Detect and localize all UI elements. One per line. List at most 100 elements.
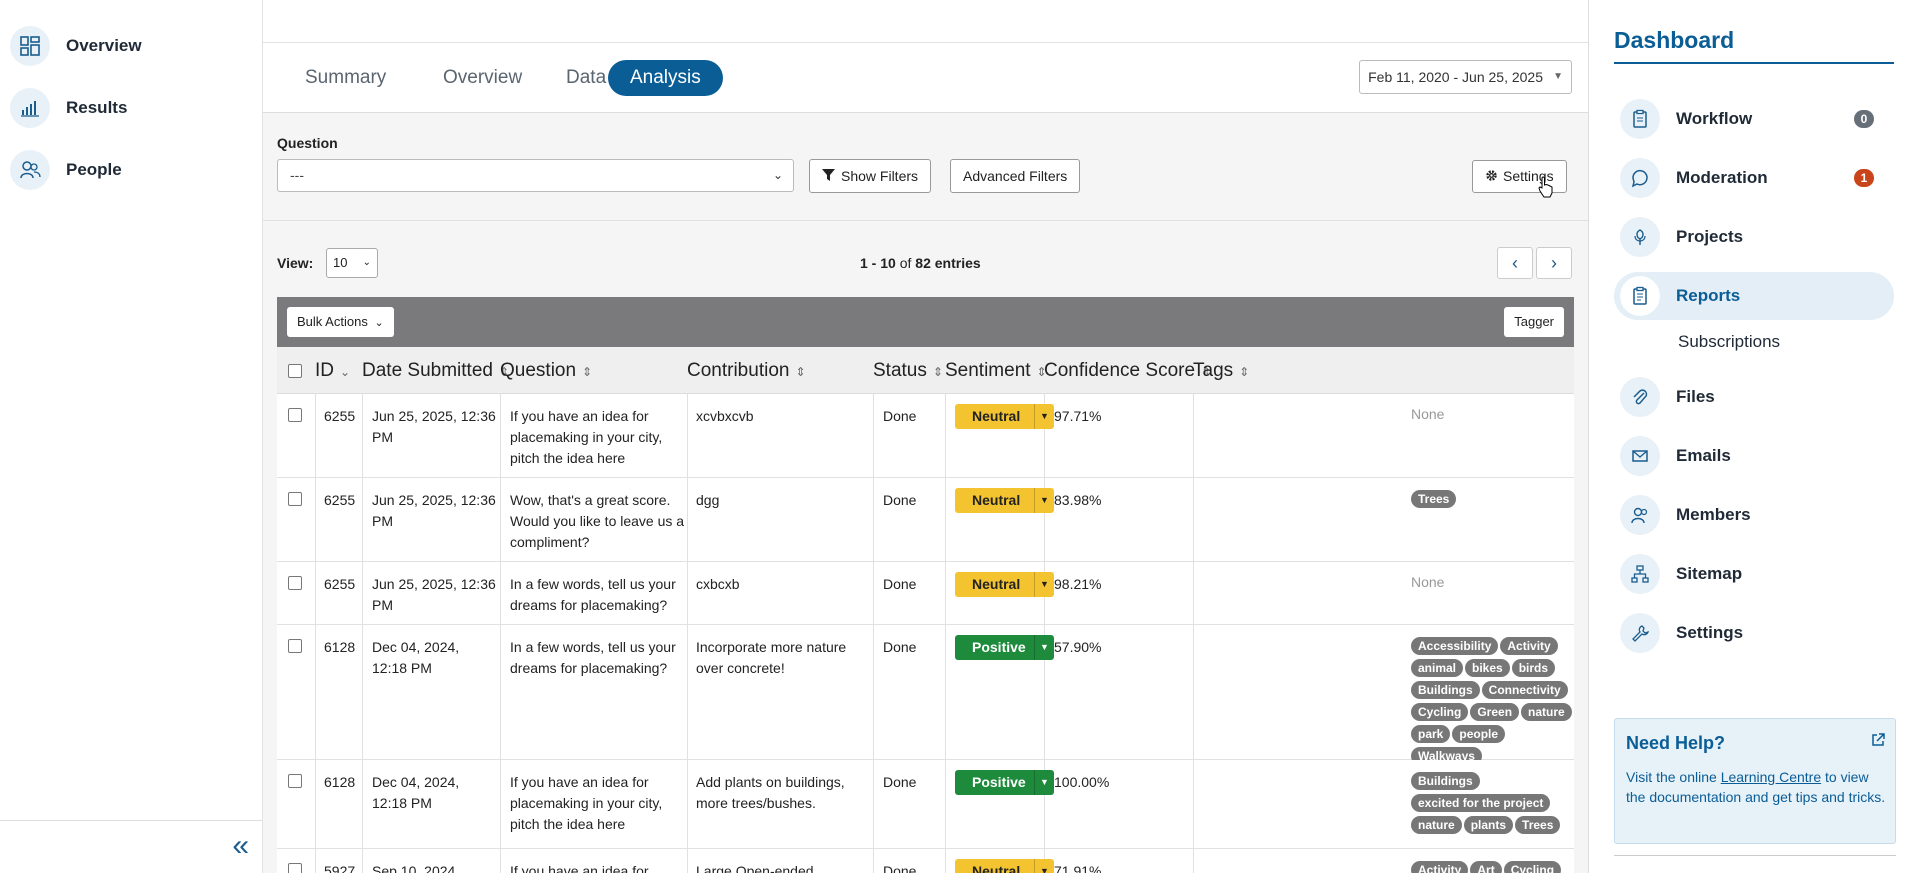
dash-item-emails[interactable]: Emails <box>1614 432 1894 480</box>
dash-item-moderation[interactable]: Moderation 1 <box>1614 154 1894 202</box>
sentiment-dropdown[interactable]: Neutral ▼ <box>955 572 1054 597</box>
tab-analysis[interactable]: Analysis <box>608 60 723 96</box>
column-divider <box>687 478 688 561</box>
help-title: Need Help? <box>1626 733 1726 753</box>
table-row[interactable]: 6128 Dec 04, 2024, 12:18 PM In a few words… <box>277 625 1574 765</box>
sentiment-dropdown[interactable]: Positive ▼ <box>955 770 1054 795</box>
col-question[interactable]: Question ⇕ <box>500 347 592 394</box>
dash-item-projects[interactable]: Projects <box>1614 213 1894 261</box>
table-row[interactable]: 6128 Dec 04, 2024, 12:18 PM If you have an… <box>277 760 1574 849</box>
help-text: Visit the online Learning Centre to view… <box>1626 767 1888 807</box>
mouse-pointer-icon <box>1538 176 1554 198</box>
view-count-select[interactable]: 10 ⌄ <box>326 248 378 278</box>
tag-chip[interactable]: plants <box>1463 816 1514 834</box>
next-page-button[interactable]: › <box>1536 247 1572 279</box>
sentiment-dropdown[interactable]: Positive ▼ <box>955 635 1054 660</box>
date-range-picker[interactable]: Feb 11, 2020 - Jun 25, 2025 ▼ <box>1359 60 1572 94</box>
tag-chip[interactable]: Trees <box>1515 816 1561 834</box>
col-sentiment-label: Sentiment <box>945 360 1031 381</box>
table-row[interactable]: 5927 Sep 10, 2024, 10:10 AM If you have an… <box>277 849 1574 873</box>
dash-item-reports[interactable]: Reports <box>1614 272 1894 320</box>
column-divider <box>315 394 316 477</box>
nav-item-people[interactable]: People <box>10 150 122 190</box>
tag-chip[interactable]: excited for the project <box>1411 794 1551 812</box>
row-checkbox[interactable] <box>288 408 302 422</box>
table-row[interactable]: 6255 Jun 25, 2025, 12:36 PM Wow, that's a … <box>277 478 1574 562</box>
collapse-sidebar-icon[interactable]: « <box>232 831 249 861</box>
tab-overview[interactable]: Overview <box>421 60 544 96</box>
cell-question: If you have an idea for placemaking in y… <box>510 774 663 832</box>
col-id[interactable]: ID ⌄ <box>315 347 350 394</box>
tag-chip[interactable]: Buildings <box>1411 772 1480 790</box>
col-confidence[interactable]: Confidence Score ⇕ <box>1044 347 1211 394</box>
tag-chip[interactable]: Green <box>1470 703 1520 721</box>
tag-chip[interactable]: park <box>1411 725 1451 743</box>
column-divider <box>945 760 946 848</box>
caret-down-icon: ▼ <box>1034 572 1054 597</box>
dash-item-settings[interactable]: Settings <box>1614 609 1894 657</box>
row-checkbox[interactable] <box>288 774 302 788</box>
tag-chip[interactable]: Activity <box>1500 637 1558 655</box>
row-checkbox[interactable] <box>288 492 302 506</box>
dash-subitem-subscriptions[interactable]: Subscriptions <box>1678 332 1780 352</box>
cell-confidence: 83.98% <box>1054 492 1102 508</box>
tag-chip[interactable]: Accessibility <box>1411 637 1499 655</box>
tag-chip[interactable]: Art <box>1470 861 1502 873</box>
dash-item-members[interactable]: Members <box>1614 491 1894 539</box>
column-divider <box>945 478 946 561</box>
nav-item-overview[interactable]: Overview <box>10 26 142 66</box>
tag-chip[interactable]: nature <box>1411 816 1462 834</box>
col-status[interactable]: Status ⇕ <box>873 347 943 394</box>
tag-chip[interactable]: Cycling <box>1411 703 1469 721</box>
advanced-filters-button[interactable]: Advanced Filters <box>950 159 1081 193</box>
col-date[interactable]: Date Submitted ⇕ <box>362 347 509 394</box>
top-bar <box>263 0 1588 43</box>
dash-item-sitemap[interactable]: Sitemap <box>1614 550 1894 598</box>
table-row[interactable]: 6255 Jun 25, 2025, 12:36 PM If you have an… <box>277 394 1574 478</box>
question-select[interactable]: --- ⌄ <box>277 159 794 192</box>
tagger-button[interactable]: Tagger <box>1504 307 1564 337</box>
table-row[interactable]: 6255 Jun 25, 2025, 12:36 PM In a few words… <box>277 562 1574 625</box>
column-divider <box>500 849 501 873</box>
learning-centre-link[interactable]: Learning Centre <box>1721 769 1821 785</box>
column-divider <box>945 849 946 873</box>
tag-chip[interactable]: Activity <box>1411 861 1469 873</box>
dash-item-label: Members <box>1676 505 1751 524</box>
tag-chip[interactable]: Trees <box>1411 490 1457 508</box>
dash-item-files[interactable]: Files <box>1614 373 1894 421</box>
cell-status: Done <box>883 863 917 873</box>
column-divider <box>873 562 874 624</box>
col-sentiment[interactable]: Sentiment ⇕ <box>945 347 1047 394</box>
row-checkbox[interactable] <box>288 639 302 653</box>
row-checkbox[interactable] <box>288 576 302 590</box>
prev-page-button[interactable]: ‹ <box>1497 247 1533 279</box>
tag-chip[interactable]: Cycling <box>1503 861 1562 873</box>
tab-summary[interactable]: Summary <box>283 60 408 96</box>
entries-range: 1 - 10 <box>860 255 896 271</box>
bulk-actions-button[interactable]: Bulk Actions ⌄ <box>287 307 394 337</box>
tag-chip[interactable]: people <box>1452 725 1506 743</box>
col-tags[interactable]: Tags ⇕ <box>1193 347 1249 394</box>
select-all-checkbox[interactable] <box>288 364 302 378</box>
sentiment-dropdown[interactable]: Neutral ▼ <box>955 404 1054 429</box>
external-link-icon[interactable] <box>1871 733 1885 751</box>
col-contribution[interactable]: Contribution ⇕ <box>687 347 806 394</box>
sort-icon: ⇕ <box>1239 365 1250 379</box>
row-checkbox[interactable] <box>288 863 302 873</box>
tag-chip[interactable]: Connectivity <box>1481 681 1568 699</box>
tags-cell: Trees <box>1411 490 1574 512</box>
tag-chip[interactable]: animal <box>1411 659 1464 677</box>
tags-cell: Accessibility Activity animal bikes birds Bui… <box>1411 637 1574 769</box>
dash-item-workflow[interactable]: Workflow 0 <box>1614 95 1894 143</box>
tag-chip[interactable]: bikes <box>1465 659 1510 677</box>
tag-chip[interactable]: Buildings <box>1411 681 1480 699</box>
sentiment-dropdown[interactable]: Neutral ▼ <box>955 859 1054 873</box>
column-divider <box>945 625 946 759</box>
nav-item-results[interactable]: Results <box>10 88 127 128</box>
tag-chip[interactable]: nature <box>1521 703 1572 721</box>
dash-item-label: Reports <box>1676 286 1741 305</box>
sentiment-dropdown[interactable]: Neutral ▼ <box>955 488 1054 513</box>
tag-chip[interactable]: birds <box>1511 659 1556 677</box>
filter-area: Question --- ⌄ Show Filters Advanced Fil… <box>263 113 1588 221</box>
show-filters-button[interactable]: Show Filters <box>809 159 932 193</box>
